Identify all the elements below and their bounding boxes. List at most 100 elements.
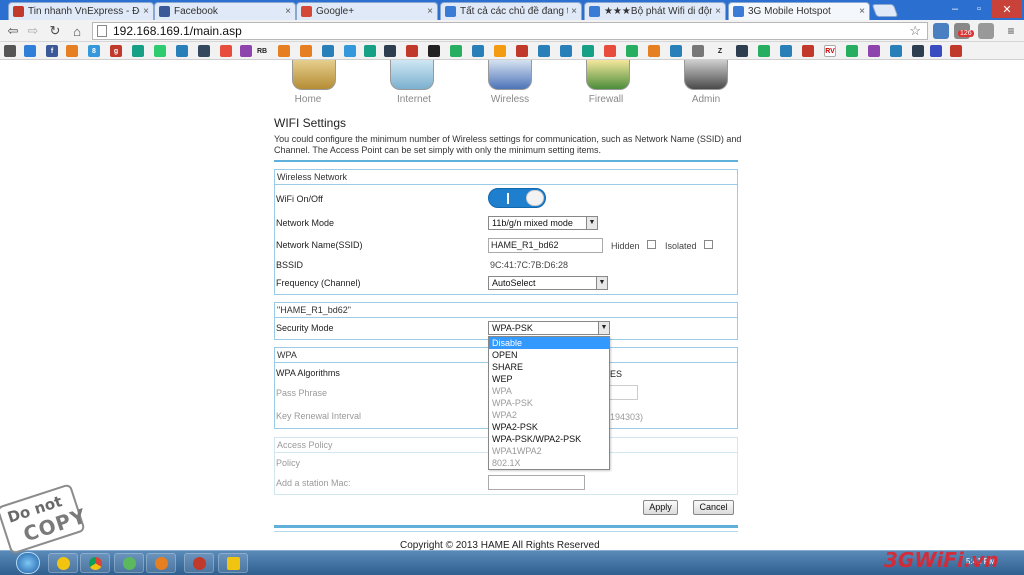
option-disable[interactable]: Disable [489,337,609,349]
nav-firewall[interactable]: Firewall [572,60,632,108]
maximize-icon[interactable]: ▫ [968,0,990,18]
bookmark-icon[interactable] [428,45,440,57]
tab-3g-hotspot[interactable]: 3G Mobile Hotspot × [728,2,870,20]
option-open[interactable]: OPEN [489,349,609,361]
bookmark-icon[interactable] [736,45,748,57]
taskbar-app-chrome[interactable] [80,553,110,573]
nav-admin[interactable]: Admin [670,60,730,108]
option-wpa-psk[interactable]: WPA-PSK [489,397,609,409]
taskbar-app-folder[interactable] [218,553,248,573]
bookmark-icon[interactable] [66,45,78,57]
new-tab-button[interactable] [871,4,899,17]
bookmarks-icon[interactable] [4,45,16,57]
minimize-icon[interactable]: – [944,0,966,18]
taskbar-app-explorer[interactable] [48,553,78,573]
bookmark-icon[interactable] [538,45,550,57]
close-icon[interactable]: × [859,6,865,17]
bookmark-icon[interactable] [278,45,290,57]
bookmark-icon[interactable] [364,45,376,57]
start-button[interactable] [16,552,40,574]
isolated-checkbox[interactable] [704,240,713,249]
nav-internet[interactable]: Internet [376,60,436,108]
bookmark-icon[interactable] [912,45,924,57]
option-wpa[interactable]: WPA [489,385,609,397]
bookmark-icon[interactable] [604,45,616,57]
menu-icon[interactable]: ≡ [1002,22,1020,40]
back-arrow-icon[interactable]: ⇦ [4,22,22,40]
bookmark-icon[interactable] [198,45,210,57]
bookmark-icon[interactable] [670,45,682,57]
taskbar-app-firefox[interactable] [146,553,176,573]
close-icon[interactable]: × [285,6,291,17]
nav-home[interactable]: Home [278,60,338,108]
bookmark-icon[interactable] [582,45,594,57]
bookmark-icon[interactable] [780,45,792,57]
bookmark-rv[interactable]: RV [824,45,836,57]
tab-google-plus[interactable]: Google+ × [296,2,438,20]
bookmark-rb[interactable]: RB [256,45,268,57]
bookmark-icon[interactable]: g [110,45,122,57]
bookmark-icon[interactable] [176,45,188,57]
network-mode-select[interactable]: 11b/g/n mixed mode ▼ [488,216,598,230]
home-icon[interactable]: ⌂ [68,22,86,40]
bookmark-star-icon[interactable]: ☆ [909,23,921,39]
extension-icon[interactable] [933,23,949,39]
facebook-icon[interactable]: f [46,45,58,57]
bookmark-icon[interactable] [758,45,770,57]
bookmark-icon[interactable] [24,45,36,57]
station-mac-input[interactable] [488,475,585,490]
bookmark-icon[interactable] [132,45,144,57]
bookmark-icon[interactable] [344,45,356,57]
reload-icon[interactable]: ↻ [46,22,64,40]
bookmark-icon[interactable] [516,45,528,57]
bookmark-icon[interactable] [868,45,880,57]
tab-forum[interactable]: Tất cả các chủ đề đang th × [440,2,582,20]
option-wpa-psk-wpa2-psk[interactable]: WPA-PSK/WPA2-PSK [489,433,609,445]
option-wep[interactable]: WEP [489,373,609,385]
bookmark-icon[interactable] [494,45,506,57]
tab-facebook[interactable]: Facebook × [154,2,296,20]
bookmark-icon[interactable] [450,45,462,57]
cancel-button[interactable]: Cancel [693,500,734,515]
bookmark-icon[interactable] [472,45,484,57]
close-icon[interactable]: × [143,6,149,17]
close-icon[interactable]: × [571,6,577,17]
security-mode-select[interactable]: WPA-PSK ▼ [488,321,610,335]
bookmark-icon[interactable] [300,45,312,57]
bookmark-icon[interactable] [950,45,962,57]
bookmark-icon[interactable] [890,45,902,57]
tab-wifi-product[interactable]: ★★★Bộ phát Wifi di động × [584,2,726,20]
bookmark-icon[interactable] [692,45,704,57]
option-share[interactable]: SHARE [489,361,609,373]
bookmark-z[interactable]: Z [714,45,726,57]
bookmark-icon[interactable] [240,45,252,57]
bookmark-icon[interactable] [930,45,942,57]
taskbar-app-browser[interactable] [114,553,144,573]
bookmark-icon[interactable] [322,45,334,57]
bookmark-icon[interactable] [406,45,418,57]
bookmark-icon[interactable] [560,45,572,57]
apply-button[interactable]: Apply [643,500,678,515]
hidden-checkbox[interactable] [647,240,656,249]
wifi-toggle[interactable] [488,188,546,208]
extension-icon[interactable] [978,23,994,39]
address-bar[interactable]: 192.168.169.1/main.asp ☆ [92,22,928,40]
tab-vnexpress[interactable]: Tin nhanh VnExpress - Đọ × [8,2,154,20]
ssid-input[interactable]: HAME_R1_bd62 [488,238,603,253]
forward-arrow-icon[interactable]: ⇨ [24,22,42,40]
bookmark-icon[interactable] [626,45,638,57]
option-wpa2[interactable]: WPA2 [489,409,609,421]
security-mode-dropdown[interactable]: Disable OPEN SHARE WEP WPA WPA-PSK WPA2 … [488,336,610,470]
bookmark-icon[interactable] [802,45,814,57]
bookmark-icon[interactable] [846,45,858,57]
nav-wireless[interactable]: Wireless [474,60,534,108]
option-8021x[interactable]: 802.1X [489,457,609,469]
option-wpa1wpa2[interactable]: WPA1WPA2 [489,445,609,457]
close-icon[interactable]: × [715,6,721,17]
bookmark-icon[interactable] [220,45,232,57]
option-wpa2-psk[interactable]: WPA2-PSK [489,421,609,433]
bookmark-icon[interactable]: 8 [88,45,100,57]
window-close-icon[interactable]: ✕ [992,0,1022,18]
bookmark-icon[interactable] [384,45,396,57]
close-icon[interactable]: × [427,6,433,17]
